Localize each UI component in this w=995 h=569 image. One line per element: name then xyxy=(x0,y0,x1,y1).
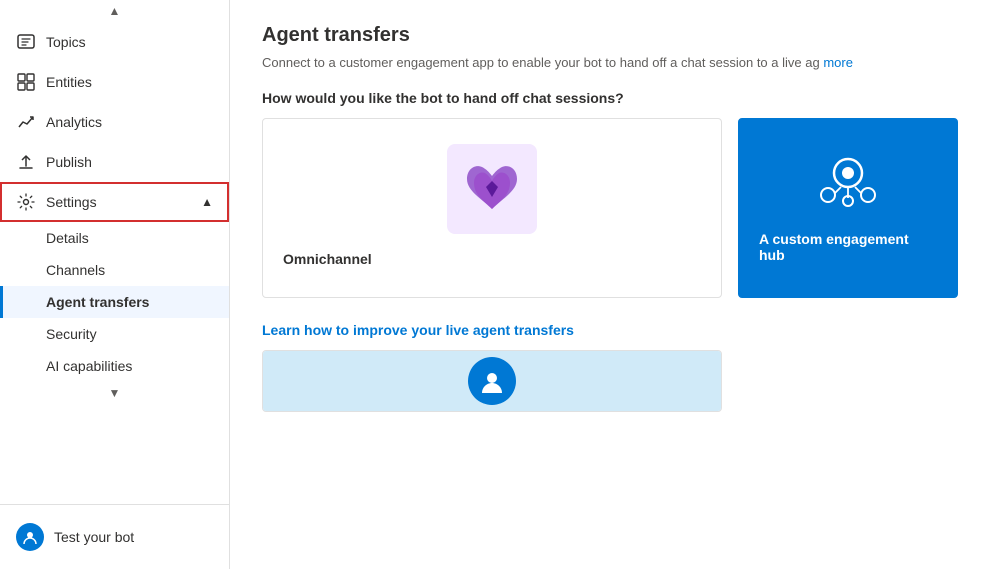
sidebar-sub-item-details[interactable]: Details xyxy=(0,222,229,254)
page-title: Agent transfers xyxy=(262,24,963,47)
main-content: Agent transfers Connect to a customer en… xyxy=(230,0,995,569)
scroll-down-arrow[interactable]: ▼ xyxy=(0,382,229,404)
sidebar-sub-item-channels[interactable]: Channels xyxy=(0,254,229,286)
preview-card-avatar xyxy=(468,357,516,405)
cards-row: Omnichannel A custom engagement hub xyxy=(262,118,963,298)
sidebar-scroll: ▲ Topics Entities xyxy=(0,0,229,504)
sidebar-item-analytics[interactable]: Analytics xyxy=(0,102,229,142)
analytics-icon xyxy=(16,112,36,132)
publish-icon xyxy=(16,152,36,172)
sidebar-item-topics-label: Topics xyxy=(46,34,86,50)
section2-title: Learn how to improve your live agent tra… xyxy=(262,322,963,338)
sidebar-item-settings-label: Settings xyxy=(46,194,97,210)
settings-icon xyxy=(16,192,36,212)
sidebar-item-publish[interactable]: Publish xyxy=(0,142,229,182)
sidebar-sub-item-channels-label: Channels xyxy=(46,262,105,278)
sidebar-item-publish-label: Publish xyxy=(46,154,92,170)
omnichannel-logo xyxy=(447,144,537,234)
sidebar-sub-item-security-label: Security xyxy=(46,326,97,342)
sidebar-sub-item-details-label: Details xyxy=(46,230,89,246)
omnichannel-card[interactable]: Omnichannel xyxy=(262,118,722,298)
test-bot-item[interactable]: Test your bot xyxy=(0,513,229,561)
page-desc-text: Connect to a customer engagement app to … xyxy=(262,55,820,70)
section1-title: How would you like the bot to hand off c… xyxy=(262,90,963,106)
settings-expand-icon: ▲ xyxy=(201,195,213,209)
sidebar-item-entities-label: Entities xyxy=(46,74,92,90)
sidebar-sub-item-ai-capabilities-label: AI capabilities xyxy=(46,358,132,374)
sidebar-bottom: Test your bot xyxy=(0,504,229,569)
omnichannel-icon-container xyxy=(442,139,542,239)
topics-icon xyxy=(16,32,36,52)
entities-icon xyxy=(16,72,36,92)
preview-card-top xyxy=(263,351,721,411)
test-bot-avatar xyxy=(16,523,44,551)
omnichannel-card-label: Omnichannel xyxy=(283,251,372,267)
sidebar-item-analytics-label: Analytics xyxy=(46,114,102,130)
page-description: Connect to a customer engagement app to … xyxy=(262,55,942,70)
custom-hub-icon-container xyxy=(808,139,888,219)
page-desc-link[interactable]: more xyxy=(823,55,853,70)
custom-engagement-card[interactable]: A custom engagement hub xyxy=(738,118,958,298)
sidebar-sub-item-agent-transfers-label: Agent transfers xyxy=(46,294,149,310)
sidebar-item-entities[interactable]: Entities xyxy=(0,62,229,102)
scroll-up-arrow[interactable]: ▲ xyxy=(0,0,229,22)
sidebar-item-settings[interactable]: Settings ▲ xyxy=(0,182,229,222)
custom-hub-card-label: A custom engagement hub xyxy=(759,231,937,263)
sidebar-sub-item-security[interactable]: Security xyxy=(0,318,229,350)
sidebar-sub-item-ai-capabilities[interactable]: AI capabilities xyxy=(0,350,229,382)
sidebar-sub-item-agent-transfers[interactable]: Agent transfers xyxy=(0,286,229,318)
test-bot-label: Test your bot xyxy=(54,529,134,545)
sidebar-item-topics[interactable]: Topics xyxy=(0,22,229,62)
preview-card xyxy=(262,350,722,412)
sidebar: ▲ Topics Entities xyxy=(0,0,230,569)
